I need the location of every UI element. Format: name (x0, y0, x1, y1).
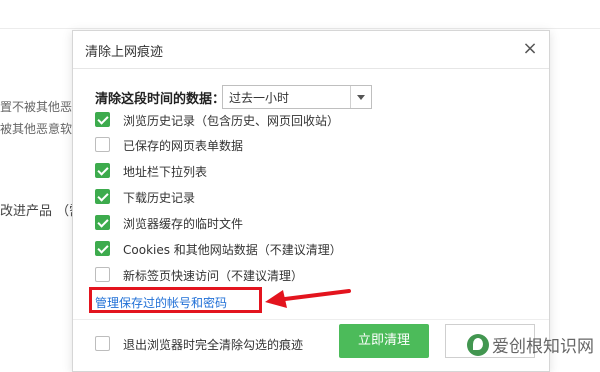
time-range-value: 过去一小时 (229, 91, 290, 105)
watermark: 爱创根知识网 (467, 332, 594, 357)
watermark-logo-icon (467, 333, 489, 356)
footer-divider (73, 319, 549, 320)
dialog-title: 清除上网痕迹 (85, 45, 164, 60)
option-label: 退出浏览器时完全清除勾选的痕迹 (123, 338, 304, 352)
dialog-header: 清除上网痕迹 × (73, 31, 549, 69)
clear-browsing-data-dialog: 清除上网痕迹 × 清除这段时间的数据： 过去一小时 浏览历史记录（包含历史、网页… (72, 30, 550, 372)
option-label: 下载历史记录 (123, 191, 196, 205)
checkbox-address-bar-list[interactable] (95, 163, 110, 178)
checkbox-download-history[interactable] (95, 189, 110, 204)
annotation-arrow-icon (265, 289, 351, 308)
option-label: 新标签页快速访问（不建议清理） (123, 269, 304, 283)
time-range-select[interactable]: 过去一小时 (222, 85, 372, 109)
checkbox-clear-on-exit[interactable] (95, 336, 110, 351)
checkbox-cookies[interactable] (95, 241, 110, 256)
annotation-highlight-box (89, 287, 262, 313)
clear-now-button[interactable]: 立即清理 (339, 324, 429, 358)
checkbox-browsing-history[interactable] (95, 112, 110, 127)
option-label: 浏览历史记录（包含历史、网页回收站） (123, 114, 340, 128)
checkbox-saved-form-data[interactable] (95, 137, 110, 152)
option-label: 已保存的网页表单数据 (123, 139, 244, 153)
settings-background-text: 置不被其他恶 (0, 100, 73, 114)
option-label: Cookies 和其他网站数据（不建议清理） (123, 243, 342, 257)
watermark-text: 爱创根知识网 (492, 337, 594, 357)
settings-background-text: 改进产品 （需 (0, 204, 83, 219)
chevron-down-icon[interactable] (350, 86, 371, 108)
settings-page-divider (0, 28, 600, 29)
close-icon[interactable]: × (521, 40, 539, 58)
settings-background-text: 被其他恶意软 (0, 122, 73, 136)
checkbox-cache-files[interactable] (95, 215, 110, 230)
time-range-label: 清除这段时间的数据： (95, 92, 226, 107)
checkbox-new-tab-quick-access[interactable] (95, 267, 110, 282)
option-label: 地址栏下拉列表 (123, 165, 208, 179)
option-label: 浏览器缓存的临时文件 (123, 217, 244, 231)
